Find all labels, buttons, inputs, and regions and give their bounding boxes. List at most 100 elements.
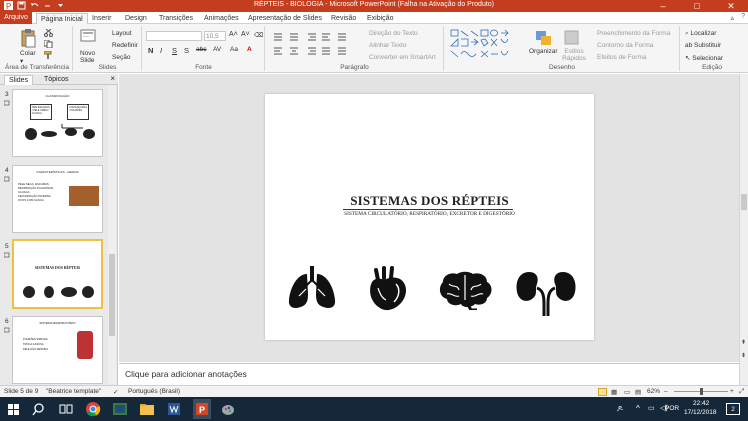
zoom-out-button[interactable]: – xyxy=(664,388,668,395)
find-button[interactable]: ⌕ Localizar xyxy=(685,30,716,38)
replace-button[interactable]: ab Substituir xyxy=(685,42,721,49)
zoom-in-button[interactable]: + xyxy=(730,388,734,395)
slideshow-button[interactable]: ▤ xyxy=(635,388,641,396)
prev-slide-button[interactable]: ⇞ xyxy=(741,339,746,346)
current-slide[interactable]: SISTEMAS DOS RÉPTEIS SISTEMA CIRCULATÓRI… xyxy=(265,94,594,340)
file-explorer-icon[interactable] xyxy=(139,401,155,417)
shadow-button[interactable]: S xyxy=(184,46,189,55)
tab-outline[interactable]: Tópicos xyxy=(40,75,73,85)
slide-thumbnail-4[interactable]: CARACTERÍSTICAS - GERAIS PELE SECA, ESCA… xyxy=(12,165,103,233)
language-indicator[interactable]: POR xyxy=(665,405,679,412)
paste-button[interactable]: Colar xyxy=(20,50,36,57)
tab-home[interactable]: Página Inicial xyxy=(36,13,88,24)
word-app-icon[interactable] xyxy=(166,401,182,417)
kidneys-icon[interactable] xyxy=(515,268,579,316)
people-icon[interactable]: ዶ xyxy=(617,404,623,414)
tab-slides[interactable]: Slides xyxy=(4,75,34,85)
text-direction-button[interactable]: Direção do Texto xyxy=(369,30,418,37)
photos-app-icon[interactable] xyxy=(112,401,128,417)
slide-thumbnail-6[interactable]: SISTEMA RESPIRATÓRIO PULMÕES SIMPLES TRO… xyxy=(12,316,103,384)
layout-button[interactable]: Layout xyxy=(112,30,132,37)
heart-icon[interactable] xyxy=(366,266,410,312)
pane-scroll-thumb[interactable] xyxy=(109,254,115,336)
align-text-button[interactable]: Alinhar Texto xyxy=(369,42,406,49)
search-icon[interactable] xyxy=(32,401,48,417)
tab-view[interactable]: Exibição xyxy=(363,13,397,24)
char-spacing-button[interactable]: AV xyxy=(213,46,221,53)
maximize-button[interactable]: □ xyxy=(680,0,714,12)
slide-sorter-button[interactable]: ▦ xyxy=(611,388,617,396)
close-pane-icon[interactable]: × xyxy=(110,74,115,83)
powerpoint-taskbar-icon[interactable]: P xyxy=(193,399,211,419)
paint-app-icon[interactable] xyxy=(220,401,236,417)
notifications-badge[interactable]: 2 xyxy=(726,403,740,415)
cut-icon[interactable] xyxy=(44,28,53,39)
arrange-button[interactable]: Organizar xyxy=(529,48,558,55)
task-view-icon[interactable] xyxy=(58,401,74,417)
editor-scrollbar[interactable]: ⇞ ⇟ xyxy=(739,74,748,385)
shrink-font-button[interactable]: A˅ xyxy=(241,31,250,38)
windows-start-icon[interactable] xyxy=(6,401,22,417)
fit-slide-button[interactable]: ⤢ xyxy=(739,388,744,396)
reset-button[interactable]: Redefinir xyxy=(112,42,138,49)
strikethrough-button[interactable]: abc xyxy=(196,46,206,53)
minimize-ribbon-icon[interactable]: ▵ xyxy=(730,14,734,22)
clear-format-icon[interactable]: ⌫ xyxy=(254,31,263,39)
shapes-gallery-icon[interactable] xyxy=(450,29,518,65)
bold-button[interactable]: N xyxy=(148,46,153,55)
font-name-field[interactable] xyxy=(146,31,202,41)
paste-icon[interactable] xyxy=(20,28,36,50)
notes-placeholder[interactable]: Clique para adicionar anotações xyxy=(125,369,247,379)
brain-icon[interactable] xyxy=(435,270,495,310)
quick-styles-button[interactable]: Estilos Rápidos xyxy=(561,48,587,62)
arrange-icon[interactable] xyxy=(535,30,553,48)
copy-icon[interactable] xyxy=(43,39,53,50)
chrome-icon[interactable] xyxy=(85,401,101,417)
grow-font-button[interactable]: A˄ xyxy=(229,31,238,38)
italic-button[interactable]: I xyxy=(160,46,162,55)
slide-title[interactable]: SISTEMAS DOS RÉPTEIS xyxy=(265,193,594,209)
select-button[interactable]: ↖ Selecionar xyxy=(685,54,723,62)
section-button[interactable]: Seção xyxy=(112,54,130,61)
tab-animations[interactable]: Animações xyxy=(200,13,243,24)
format-painter-icon[interactable] xyxy=(43,50,53,61)
close-button[interactable]: ✕ xyxy=(714,0,748,12)
clock-date[interactable]: 17/12/2018 xyxy=(684,409,717,416)
zoom-level[interactable]: 62% xyxy=(647,388,660,395)
tab-design[interactable]: Design xyxy=(121,13,151,24)
shape-effects-button[interactable]: Efeitos de Forma xyxy=(597,54,647,61)
clock-time[interactable]: 22:42 xyxy=(693,400,709,407)
tab-file[interactable]: Arquivo xyxy=(0,12,32,24)
slide-thumbnail-3[interactable]: CLASSIFICAÇÃO SEM ESCAMAS / PELE ÚMIDA /… xyxy=(12,89,103,157)
smartart-button[interactable]: Converter em SmartArt xyxy=(369,54,436,61)
new-slide-button[interactable]: Novo Slide xyxy=(80,50,102,64)
theme-name[interactable]: "Beatrice template" xyxy=(46,388,101,395)
slide-subtitle[interactable]: SISTEMA CIRCULATÓRIO, RESPIRATÓRIO, EXCR… xyxy=(265,211,594,217)
zoom-slider-thumb[interactable] xyxy=(700,388,703,395)
underline-button[interactable]: S xyxy=(172,46,177,55)
shape-fill-button[interactable]: Preenchimento da Forma xyxy=(597,30,670,37)
tab-slideshow[interactable]: Apresentação de Slides xyxy=(244,13,326,24)
tray-chevron-icon[interactable]: ^ xyxy=(636,404,640,413)
font-size-field[interactable]: 10,5 xyxy=(204,31,226,41)
network-icon[interactable]: ▭ xyxy=(648,404,655,412)
new-slide-icon[interactable] xyxy=(80,28,96,48)
quick-styles-icon[interactable] xyxy=(564,30,580,48)
notes-pane[interactable]: Clique para adicionar anotações xyxy=(119,363,739,384)
shape-outline-button[interactable]: Contorno da Forma xyxy=(597,42,653,49)
minimize-button[interactable]: – xyxy=(646,0,680,12)
slide-thumbnail-5[interactable]: SISTEMAS DOS RÉPTEIS xyxy=(12,239,103,309)
language-label[interactable]: Português (Brasil) xyxy=(128,388,180,395)
normal-view-button[interactable] xyxy=(598,388,607,396)
lungs-icon[interactable] xyxy=(287,264,337,312)
pane-scrollbar[interactable] xyxy=(108,86,116,384)
font-color-button[interactable]: A xyxy=(247,46,252,53)
reading-view-button[interactable]: ▭ xyxy=(624,388,630,396)
tab-transitions[interactable]: Transições xyxy=(155,13,197,24)
help-icon[interactable]: ? xyxy=(741,13,745,20)
editor-scroll-thumb[interactable] xyxy=(741,194,747,210)
next-slide-button[interactable]: ⇟ xyxy=(741,352,746,359)
tab-review[interactable]: Revisão xyxy=(327,13,360,24)
tab-insert[interactable]: Inserir xyxy=(88,13,115,24)
spellcheck-icon[interactable]: ✓ xyxy=(113,388,118,396)
